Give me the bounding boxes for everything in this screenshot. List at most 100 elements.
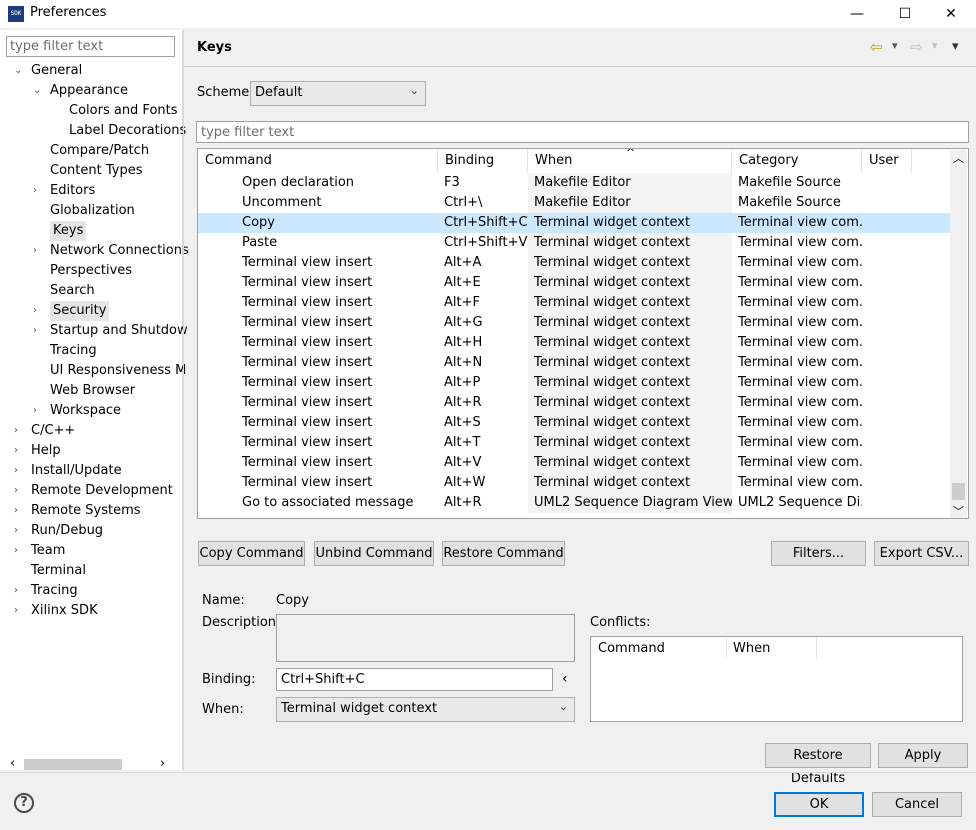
tree-item[interactable]: › Remote Systems bbox=[0, 501, 182, 521]
back-arrow-icon[interactable]: ⇦ bbox=[870, 38, 883, 56]
expanded-chevron-icon[interactable]: ⌄ bbox=[33, 81, 43, 101]
collapsed-chevron-icon[interactable]: › bbox=[14, 481, 24, 501]
restore-defaults-button[interactable]: Restore Defaults bbox=[765, 743, 871, 786]
export-csv-button[interactable]: Export CSV... bbox=[874, 541, 969, 566]
scroll-right-arrow-icon[interactable]: › bbox=[160, 756, 165, 771]
tree-item[interactable]: Globalization bbox=[0, 201, 182, 221]
column-header-user[interactable]: User bbox=[862, 149, 912, 173]
collapsed-chevron-icon[interactable]: › bbox=[33, 401, 43, 421]
tree-item[interactable]: › Network Connections bbox=[0, 241, 189, 261]
copy-command-button[interactable]: Copy Command bbox=[198, 541, 305, 566]
tree-item[interactable]: › Security bbox=[0, 301, 182, 321]
description-field[interactable] bbox=[276, 614, 575, 662]
tree-item[interactable]: › Xilinx SDK bbox=[0, 601, 182, 621]
tree-item[interactable]: UI Responsiveness M bbox=[0, 361, 186, 381]
collapsed-chevron-icon[interactable]: › bbox=[14, 541, 24, 561]
tree-item[interactable]: Search bbox=[0, 281, 182, 301]
tree-item[interactable]: › Tracing bbox=[0, 581, 182, 601]
scroll-left-arrow-icon[interactable]: ‹ bbox=[10, 756, 15, 771]
conflicts-header-command[interactable]: Command bbox=[591, 637, 727, 659]
table-row[interactable]: Terminal view insert Alt+A Terminal widget… bbox=[198, 253, 950, 273]
collapsed-chevron-icon[interactable]: › bbox=[14, 421, 24, 441]
table-row[interactable]: Terminal view insert Alt+R Terminal widget… bbox=[198, 393, 950, 413]
tree-item[interactable]: Web Browser bbox=[0, 381, 182, 401]
when-select[interactable]: Terminal widget context ⌄ bbox=[276, 697, 575, 722]
collapsed-chevron-icon[interactable]: › bbox=[33, 181, 43, 201]
tree-item[interactable]: ⌄ General bbox=[0, 61, 182, 81]
collapsed-chevron-icon[interactable]: › bbox=[14, 521, 24, 541]
table-row[interactable]: Terminal view insert Alt+T Terminal widget… bbox=[198, 433, 950, 453]
binding-input[interactable]: Ctrl+Shift+C bbox=[276, 668, 553, 691]
cancel-button[interactable]: Cancel bbox=[872, 792, 962, 817]
tree-item[interactable]: › C/C++ bbox=[0, 421, 182, 441]
tree-horizontal-scrollbar[interactable]: ‹ › bbox=[6, 756, 174, 773]
tree-item[interactable]: › Install/Update bbox=[0, 461, 182, 481]
scroll-thumb[interactable] bbox=[24, 759, 122, 770]
table-row[interactable]: Terminal view insert Alt+V Terminal widget… bbox=[198, 453, 950, 473]
tree-item[interactable]: Label Decorations bbox=[0, 121, 186, 141]
column-header-command[interactable]: Command bbox=[198, 149, 438, 173]
table-row[interactable]: Terminal view insert Alt+H Terminal widget… bbox=[198, 333, 950, 353]
collapsed-chevron-icon[interactable]: › bbox=[14, 441, 24, 461]
binding-menu-chevron-icon[interactable]: ‹ bbox=[562, 671, 568, 687]
scroll-up-arrow-icon[interactable]: ︿ bbox=[953, 150, 964, 166]
table-row[interactable]: Terminal view insert Alt+G Terminal widget… bbox=[198, 313, 950, 333]
tree-item[interactable]: Perspectives bbox=[0, 261, 182, 281]
view-menu-icon[interactable]: ▾ bbox=[952, 39, 959, 54]
tree-item[interactable]: Compare/Patch bbox=[0, 141, 182, 161]
table-row[interactable]: Terminal view insert Alt+S Terminal widget… bbox=[198, 413, 950, 433]
table-row[interactable]: Terminal view insert Alt+W Terminal widget… bbox=[198, 473, 950, 493]
table-row[interactable]: Terminal view insert Alt+E Terminal widget… bbox=[198, 273, 950, 293]
tree-item[interactable]: › Startup and Shutdow bbox=[0, 321, 188, 341]
tree-item[interactable]: ⌄ Appearance bbox=[0, 81, 182, 101]
keys-filter-input[interactable]: type filter text bbox=[196, 121, 969, 143]
tree-item[interactable]: Terminal bbox=[0, 561, 182, 581]
filters-button[interactable]: Filters... bbox=[771, 541, 866, 566]
minimize-button[interactable]: — bbox=[834, 0, 880, 28]
tree-item[interactable]: › Run/Debug bbox=[0, 521, 182, 541]
collapsed-chevron-icon[interactable]: › bbox=[33, 321, 43, 341]
conflicts-header-when[interactable]: When bbox=[727, 637, 817, 659]
table-row[interactable]: Copy Ctrl+Shift+C Terminal widget context T… bbox=[198, 213, 950, 233]
ok-button[interactable]: OK bbox=[774, 792, 864, 817]
unbind-command-button[interactable]: Unbind Command bbox=[314, 541, 434, 566]
collapsed-chevron-icon[interactable]: › bbox=[33, 241, 43, 261]
table-row[interactable]: Terminal view insert Alt+P Terminal widget… bbox=[198, 373, 950, 393]
table-vertical-scrollbar[interactable]: ︿ ﹀ bbox=[950, 150, 967, 518]
table-row[interactable]: Go to associated message Alt+R UML2 Sequen… bbox=[198, 493, 950, 513]
collapsed-chevron-icon[interactable]: › bbox=[14, 601, 24, 621]
tree-item[interactable]: › Editors bbox=[0, 181, 182, 201]
tree-item[interactable]: › Remote Development bbox=[0, 481, 182, 501]
tree-item[interactable]: › Workspace bbox=[0, 401, 182, 421]
table-row[interactable]: Terminal view insert Alt+N Terminal widget… bbox=[198, 353, 950, 373]
maximize-button[interactable]: ☐ bbox=[882, 0, 928, 28]
table-scroll-thumb[interactable] bbox=[952, 483, 965, 500]
forward-history-chevron-down-icon[interactable]: ▾ bbox=[932, 39, 938, 52]
collapsed-chevron-icon[interactable]: › bbox=[33, 301, 43, 321]
column-header-binding[interactable]: Binding bbox=[438, 149, 528, 173]
tree-item[interactable]: › Team bbox=[0, 541, 182, 561]
scheme-select[interactable]: Default ⌄ bbox=[250, 81, 426, 106]
table-row[interactable]: Terminal view insert Alt+F Terminal widget… bbox=[198, 293, 950, 313]
column-header-category[interactable]: Category bbox=[732, 149, 862, 173]
tree-item[interactable]: Content Types bbox=[0, 161, 182, 181]
apply-button[interactable]: Apply bbox=[878, 743, 968, 768]
collapsed-chevron-icon[interactable]: › bbox=[14, 501, 24, 521]
back-history-chevron-down-icon[interactable]: ▾ bbox=[892, 39, 898, 52]
pane-divider[interactable] bbox=[183, 30, 184, 770]
tree-filter-input[interactable]: type filter text bbox=[6, 36, 175, 57]
tree-item[interactable]: Keys bbox=[0, 221, 182, 241]
help-icon[interactable]: ? bbox=[14, 793, 34, 813]
scroll-down-arrow-icon[interactable]: ﹀ bbox=[953, 503, 964, 518]
collapsed-chevron-icon[interactable]: › bbox=[14, 461, 24, 481]
tree-item[interactable]: › Help bbox=[0, 441, 182, 461]
collapsed-chevron-icon[interactable]: › bbox=[14, 581, 24, 601]
table-row[interactable]: Open declaration F3 Makefile Editor Makefil… bbox=[198, 173, 950, 193]
table-row[interactable]: Paste Ctrl+Shift+V Terminal widget context… bbox=[198, 233, 950, 253]
restore-command-button[interactable]: Restore Command bbox=[442, 541, 565, 566]
tree-item[interactable]: Tracing bbox=[0, 341, 182, 361]
tree-item[interactable]: Colors and Fonts bbox=[0, 101, 182, 121]
forward-arrow-icon[interactable]: ⇨ bbox=[910, 38, 923, 56]
close-button[interactable]: ✕ bbox=[928, 0, 974, 28]
table-row[interactable]: Uncomment Ctrl+\ Makefile Editor Makefile S… bbox=[198, 193, 950, 213]
